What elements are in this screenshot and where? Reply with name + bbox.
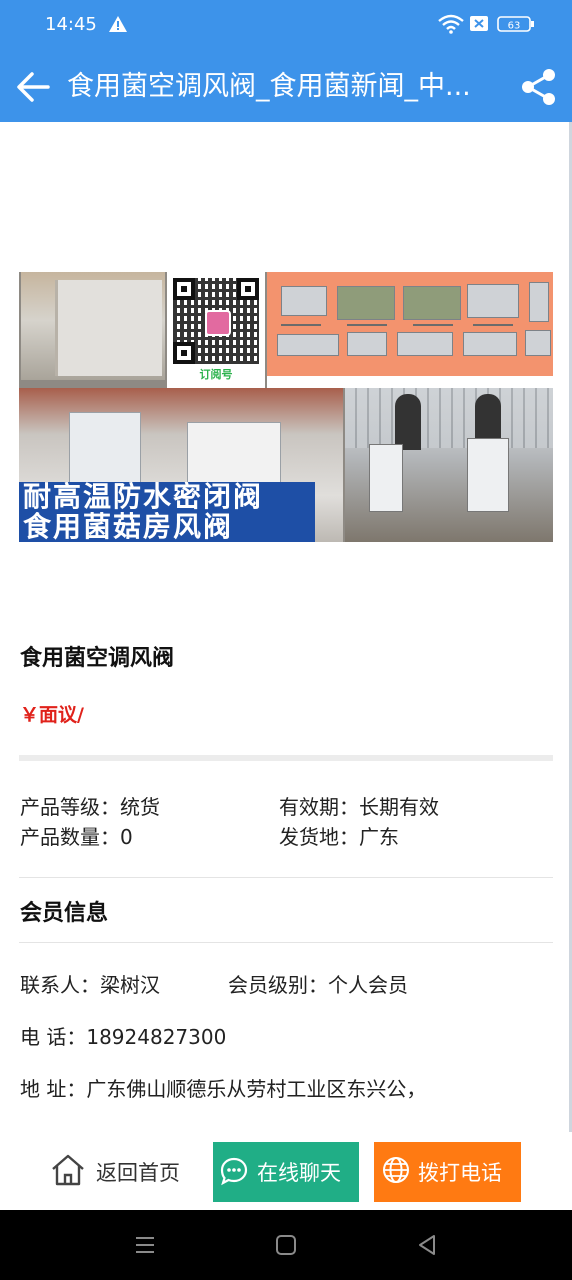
chat-button-label: 在线聊天 [257,1161,341,1185]
member-contact-value: 梁树汉 [100,973,160,997]
bottom-action-bar: 返回首页 在线聊天 拨打电话 [0,1132,572,1210]
call-button-label: 拨打电话 [418,1161,502,1185]
member-level-label: 会员级别： [228,973,328,997]
wifi-icon [438,14,464,34]
status-bar: 14:45 63 [0,0,572,52]
spec-quantity-value: 0 [120,825,133,849]
spec-ship-from-label: 发货地： [279,825,359,849]
battery-level: 63 [508,21,521,32]
spec-validity-label: 有效期： [279,795,359,819]
home-square-icon[interactable] [273,1232,299,1258]
menu-icon[interactable] [132,1232,158,1258]
call-button[interactable]: 拨打电话 [374,1142,521,1202]
product-catalog-panel [267,272,553,388]
status-time: 14:45 [45,14,97,35]
section-divider [19,755,553,761]
member-address: 地 址：广东佛山顺德乐从劳村工业区东兴公， [20,1073,426,1102]
spec-validity: 有效期：长期有效 [279,791,439,820]
sim-off-icon [470,16,488,31]
member-section-title: 会员信息 [20,901,109,926]
banner-tagline: 耐高温防水密闭阀 食用菌菇房风阀 [19,482,315,542]
chat-button[interactable]: 在线聊天 [213,1142,359,1202]
product-image[interactable]: 订阅号 耐高温防水密闭阀 食用菌菇房风阀 [19,272,553,542]
member-level: 会员级别：个人会员 [228,969,408,998]
app-bar: 食用菌空调风阀_食用菌新闻_中... [0,52,572,122]
spec-grade: 产品等级：统货 [20,791,160,820]
spec-quantity-label: 产品数量： [20,825,120,849]
qr-code: 订阅号 [167,272,265,388]
photo-drying-room [21,272,165,380]
member-contact-label: 联系人： [20,973,100,997]
spec-ship-from: 发货地：广东 [279,821,399,850]
battery-icon: 63 [497,16,534,32]
home-icon [52,1154,84,1186]
member-address-label: 地 址： [20,1077,87,1101]
spec-quantity: 产品数量：0 [20,821,133,850]
product-price: ￥面议/ [20,704,84,726]
divider [19,942,553,943]
back-triangle-icon[interactable] [414,1232,440,1258]
photo-greenhouse-units [345,388,553,542]
qr-brand-label: 订阅号 [199,368,233,381]
spec-grade-label: 产品等级： [20,795,120,819]
system-nav-bar [0,1210,572,1280]
spec-grade-value: 统货 [120,795,160,819]
divider [19,877,553,878]
share-icon[interactable] [518,66,560,108]
member-contact: 联系人：梁树汉 [20,969,160,998]
home-button[interactable]: 返回首页 [44,1142,204,1202]
spec-validity-value: 长期有效 [359,795,439,819]
banner-tagline-line1: 耐高温防水密闭阀 [23,482,264,512]
member-level-value: 个人会员 [328,973,408,997]
product-title: 食用菌空调风阀 [20,646,175,671]
back-arrow-icon[interactable] [12,66,54,108]
member-phone-value[interactable]: 18924827300 [86,1025,226,1049]
warning-icon [109,16,127,32]
home-button-label: 返回首页 [96,1161,180,1185]
member-phone[interactable]: 电 话：18924827300 [20,1021,226,1050]
spec-ship-from-value: 广东 [359,825,399,849]
page-title: 食用菌空调风阀_食用菌新闻_中... [67,71,471,102]
member-phone-label: 电 话： [20,1025,87,1049]
banner-tagline-line2: 食用菌菇房风阀 [23,512,234,542]
chat-bubble-icon [220,1157,248,1186]
globe-icon [383,1157,409,1183]
member-address-value: 广东佛山顺德乐从劳村工业区东兴公， [86,1077,427,1101]
